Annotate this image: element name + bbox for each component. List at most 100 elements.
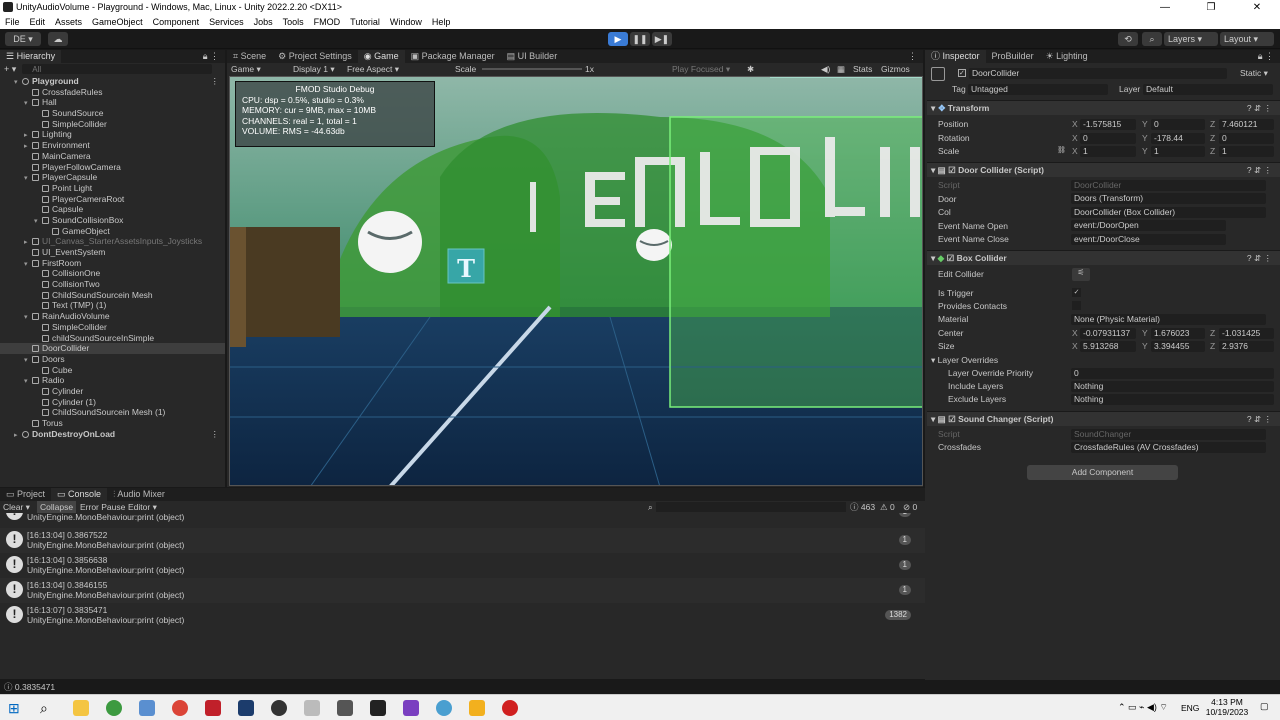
- audio-app-icon[interactable]: [205, 700, 221, 716]
- calculator-icon[interactable]: [139, 700, 155, 716]
- position-z-field[interactable]: 7.460121: [1219, 119, 1274, 130]
- gizmos-button[interactable]: Gizmos: [881, 63, 910, 75]
- log-count[interactable]: ⓘ 463: [850, 501, 875, 513]
- box-collider-header[interactable]: ▾ ◆ ☑ Box Collider ? ⇵ ⋮: [927, 250, 1280, 265]
- account-button[interactable]: DE ▾: [5, 32, 41, 46]
- center-y-field[interactable]: 1.676023: [1151, 328, 1205, 339]
- language-indicator[interactable]: ENG: [1181, 703, 1199, 713]
- position-y-field[interactable]: 0: [1151, 119, 1205, 130]
- tab-project-settings[interactable]: ⚙ Project Settings: [272, 50, 358, 63]
- hierarchy-item[interactable]: Cylinder (1): [0, 397, 225, 408]
- scale-slider[interactable]: [482, 68, 582, 70]
- search-icon[interactable]: ⌕: [1142, 32, 1162, 46]
- rotation-z-field[interactable]: 0: [1219, 132, 1274, 144]
- hierarchy-item[interactable]: ▾ FirstRoom: [0, 258, 225, 269]
- collapse-button[interactable]: Collapse: [37, 501, 77, 513]
- menu-file[interactable]: File: [0, 15, 25, 29]
- event-open-field[interactable]: event:/DoorOpen: [1071, 220, 1226, 231]
- browser-icon[interactable]: [106, 700, 122, 716]
- door-field[interactable]: Doors (Transform): [1071, 193, 1266, 204]
- game-viewport[interactable]: T FMOD Studio Debug CPU: dsp = 0.5%, stu…: [229, 76, 923, 486]
- tab-scene[interactable]: ⌗ Scene: [227, 50, 272, 63]
- clear-button[interactable]: Clear ▾: [3, 501, 30, 513]
- unity-hub-icon[interactable]: [337, 700, 353, 716]
- menu-jobs[interactable]: Jobs: [249, 15, 278, 29]
- start-icon[interactable]: ⊞: [8, 700, 24, 716]
- log-entry[interactable]: ! [16:13:04] 0.3846155 UnityEngine.MonoBeh…: [0, 578, 925, 603]
- hierarchy-item[interactable]: ▸ UI_Canvas_StarterAssetsInputs_Joysticks: [0, 236, 225, 247]
- tab-hierarchy[interactable]: ☰ Hierarchy: [0, 50, 62, 63]
- network-app-icon[interactable]: [436, 700, 452, 716]
- display-dropdown[interactable]: Display 1 ▾: [293, 63, 335, 75]
- component-enabled-checkbox[interactable]: ☑: [948, 414, 956, 424]
- object-name-field[interactable]: DoorCollider: [969, 68, 1227, 79]
- include-layers-dropdown[interactable]: Nothing: [1071, 381, 1274, 392]
- tab-package-manager[interactable]: ▣ Package Manager: [405, 50, 501, 63]
- cloud-icon[interactable]: ☁: [48, 32, 68, 46]
- notification-icon[interactable]: ▢: [1260, 701, 1269, 712]
- hierarchy-item[interactable]: Cube: [0, 365, 225, 376]
- visual-studio-icon[interactable]: [403, 700, 419, 716]
- constrain-proportions-icon[interactable]: ⛓: [1057, 145, 1066, 157]
- menu-assets[interactable]: Assets: [50, 15, 87, 29]
- size-y-field[interactable]: 3.394455: [1151, 341, 1205, 352]
- component-menu-icon[interactable]: ? ⇵ ⋮: [1247, 412, 1272, 427]
- menu-window[interactable]: Window: [385, 15, 427, 29]
- hierarchy-item[interactable]: ▾ Doors: [0, 354, 225, 365]
- tab-audio-mixer[interactable]: ⫶ Audio Mixer: [107, 488, 171, 501]
- hierarchy-item[interactable]: ▾ SoundCollisionBox: [0, 215, 225, 226]
- menu-fmod[interactable]: FMOD: [309, 15, 346, 29]
- hierarchy-item[interactable]: Point Light: [0, 183, 225, 194]
- hierarchy-item[interactable]: ▸ Lighting: [0, 129, 225, 140]
- inspector-lock-icon[interactable]: 🔒︎ ⋮: [1258, 51, 1274, 62]
- door-collider-header[interactable]: ▾ ▤ ☑ Door Collider (Script) ? ⇵ ⋮: [927, 162, 1280, 177]
- hierarchy-item[interactable]: DoorCollider: [0, 343, 225, 354]
- hierarchy-item[interactable]: Capsule: [0, 204, 225, 215]
- edit-collider-button[interactable]: ⚟: [1072, 268, 1090, 281]
- chrome-icon[interactable]: [172, 700, 188, 716]
- is-trigger-checkbox[interactable]: ✓: [1072, 288, 1081, 297]
- tag-dropdown[interactable]: Untagged: [968, 84, 1108, 95]
- game-view-dropdown[interactable]: Game ▾: [231, 63, 261, 75]
- position-x-field[interactable]: -1.575815: [1080, 119, 1136, 130]
- component-menu-icon[interactable]: ? ⇵ ⋮: [1247, 251, 1272, 266]
- hierarchy-item[interactable]: MainCamera: [0, 151, 225, 162]
- hierarchy-item[interactable]: ▸ Environment: [0, 140, 225, 151]
- console-search-input[interactable]: [656, 502, 846, 512]
- hierarchy-item[interactable]: SoundSource: [0, 108, 225, 119]
- rotation-x-field[interactable]: 0: [1080, 132, 1136, 144]
- hierarchy-item[interactable]: CollisionTwo: [0, 279, 225, 290]
- hierarchy-item[interactable]: UI_EventSystem: [0, 247, 225, 258]
- scale-y-field[interactable]: 1: [1151, 146, 1205, 157]
- component-enabled-checkbox[interactable]: ☑: [947, 253, 955, 263]
- hierarchy-item[interactable]: childSoundSourceInSimple: [0, 333, 225, 344]
- github-icon[interactable]: [271, 700, 287, 716]
- menu-help[interactable]: Help: [427, 15, 456, 29]
- hierarchy-item[interactable]: CollisionOne: [0, 268, 225, 279]
- hierarchy-item[interactable]: SimpleCollider: [0, 119, 225, 130]
- step-button[interactable]: ▶❚: [652, 32, 672, 46]
- more-icon[interactable]: ⋮: [908, 51, 917, 62]
- maximize-button[interactable]: ❐: [1188, 0, 1234, 15]
- scale-z-field[interactable]: 1: [1219, 146, 1274, 157]
- minimize-button[interactable]: —: [1142, 0, 1188, 15]
- hierarchy-search-input[interactable]: [22, 64, 213, 74]
- bug-icon[interactable]: ✱: [747, 63, 754, 75]
- hierarchy-item[interactable]: Text (TMP) (1): [0, 300, 225, 311]
- size-z-field[interactable]: 2.9376: [1219, 341, 1274, 352]
- tab-inspector[interactable]: ⓘ Inspector: [925, 50, 986, 63]
- tab-console[interactable]: ▭ Console: [51, 488, 108, 501]
- scene-menu-icon[interactable]: ⋮: [211, 429, 220, 440]
- tab-lighting[interactable]: ☀ Lighting: [1040, 50, 1094, 63]
- log-entry[interactable]: ! [16:13:04] 0.3867522 UnityEngine.MonoBeh…: [0, 528, 925, 553]
- hierarchy-item[interactable]: PlayerFollowCamera: [0, 162, 225, 173]
- unity-editor-icon[interactable]: [370, 700, 386, 716]
- mute-icon[interactable]: ◀): [821, 63, 830, 75]
- transform-header[interactable]: ▾ ✥ Transform ? ⇵ ⋮: [927, 100, 1280, 115]
- visual-app-icon[interactable]: [238, 700, 254, 716]
- status-text[interactable]: 0.3835471: [15, 682, 55, 692]
- rotation-y-field[interactable]: -178.44: [1151, 132, 1205, 144]
- play-button[interactable]: ▶: [608, 32, 628, 46]
- override-priority-field[interactable]: 0: [1071, 368, 1274, 379]
- crossfades-field[interactable]: CrossfadeRules (AV Crossfades): [1071, 442, 1266, 453]
